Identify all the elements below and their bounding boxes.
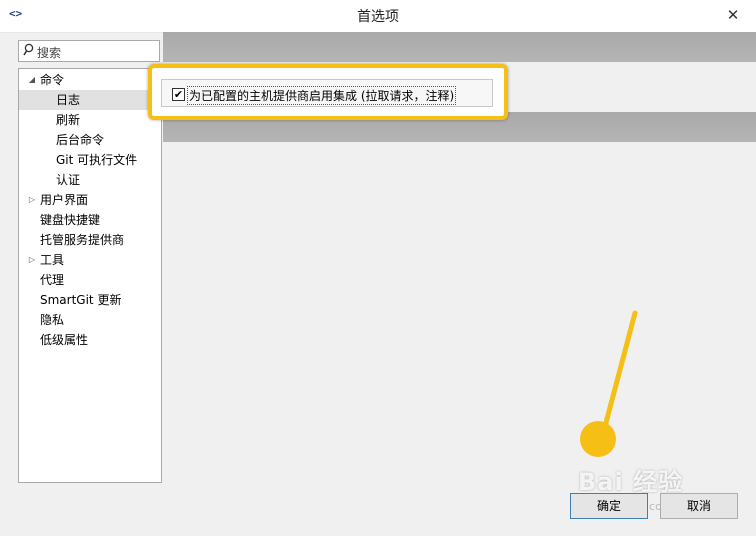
watermark-logo: Bai 经验	[578, 468, 684, 496]
callout-pointer	[580, 310, 638, 457]
ok-button[interactable]: 确定	[570, 493, 648, 519]
cancel-button[interactable]: 取消	[660, 493, 738, 519]
